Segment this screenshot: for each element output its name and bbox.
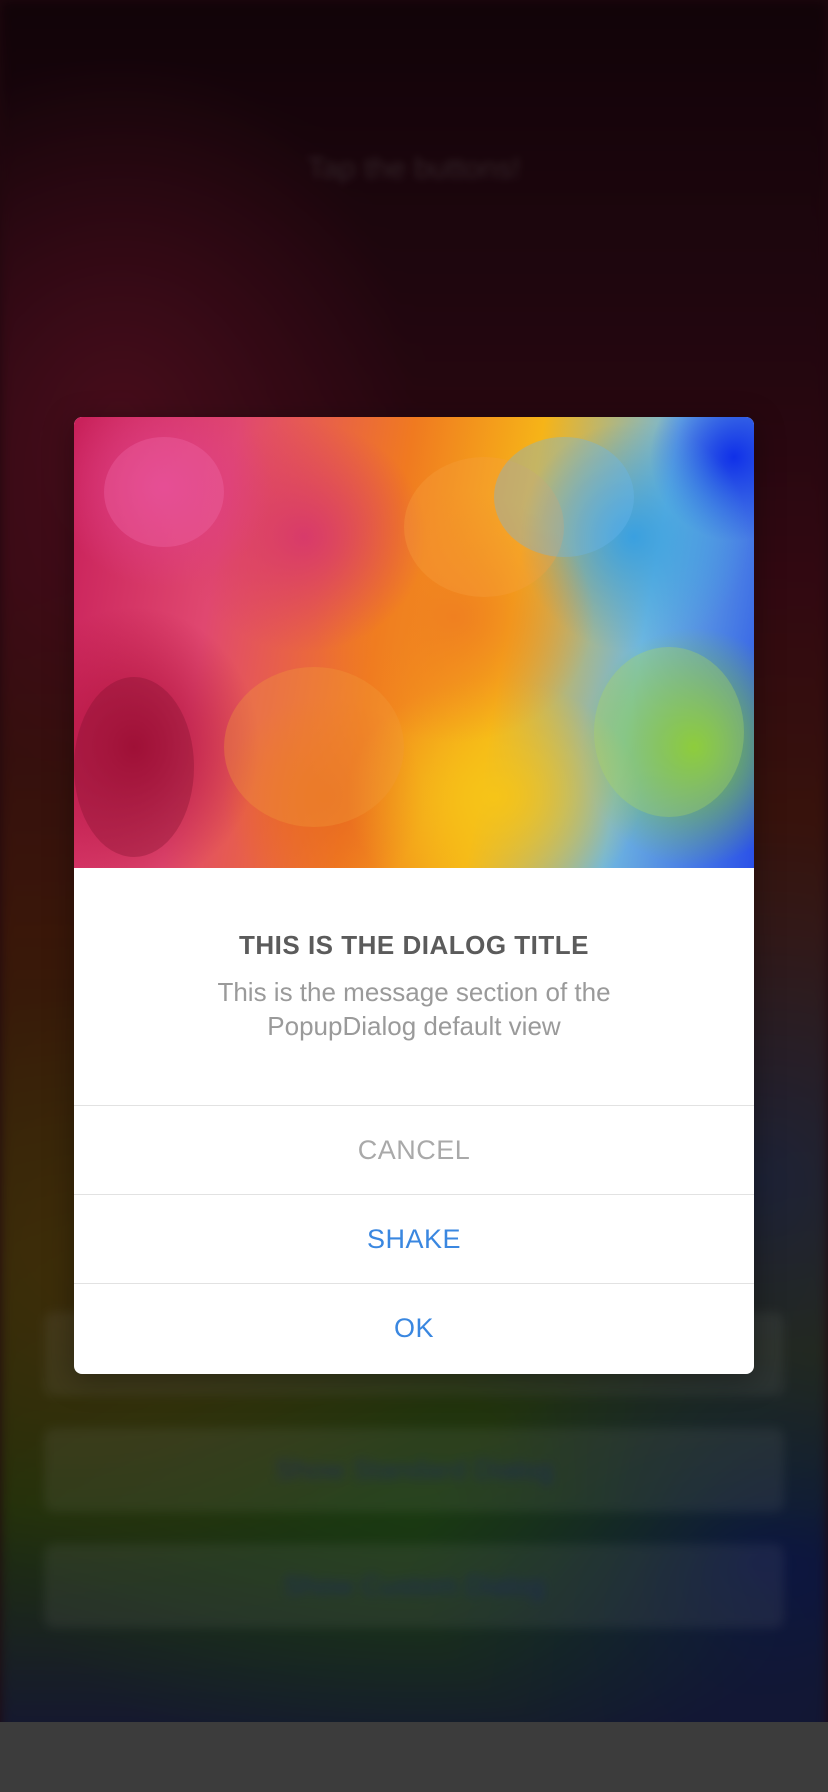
- dialog-header-image: [74, 417, 754, 868]
- screen: Tap the buttons! Show Image Dialog Show …: [0, 0, 828, 1792]
- popup-dialog: THIS IS THE DIALOG TITLE This is the mes…: [74, 417, 754, 1374]
- cancel-button[interactable]: CANCEL: [74, 1105, 754, 1194]
- dialog-message: This is the message section of the Popup…: [217, 977, 611, 1041]
- dialog-title: THIS IS THE DIALOG TITLE: [239, 930, 589, 960]
- shake-button[interactable]: SHAKE: [74, 1194, 754, 1283]
- ok-button[interactable]: OK: [74, 1283, 754, 1372]
- dialog-body: THIS IS THE DIALOG TITLE This is the mes…: [74, 868, 754, 1105]
